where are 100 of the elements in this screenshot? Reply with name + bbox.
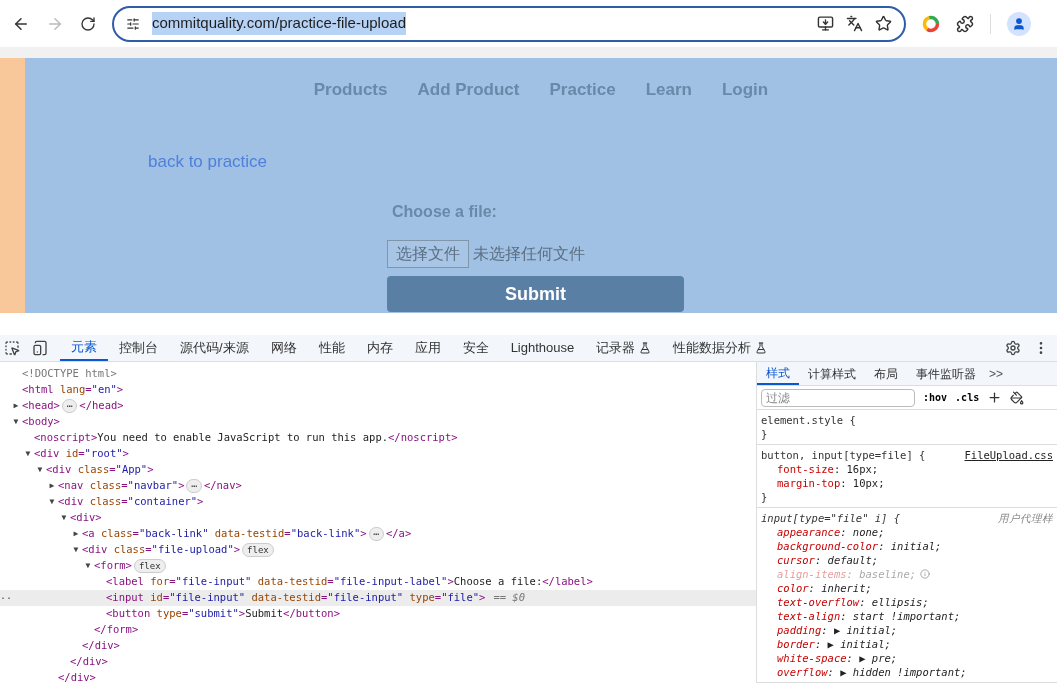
dom-node-text: <a class="back-link" data-testid="back-link"> (82, 526, 367, 542)
add-rule-icon[interactable] (987, 390, 1003, 405)
expand-toggle[interactable]: ▼ (37, 464, 43, 476)
devtools-tab[interactable]: 元素 (60, 335, 108, 361)
filter-field[interactable]: 过滤 (761, 388, 915, 407)
node-badge[interactable]: flex (242, 543, 274, 557)
dom-node-text: </div> (58, 670, 96, 683)
more-tabs-button[interactable]: >> (985, 364, 1007, 383)
dom-node-text: <div class="file-upload"> (82, 542, 241, 558)
dom-node-line[interactable]: </div> (0, 638, 756, 654)
dom-node-line[interactable]: <html lang="en"> (0, 382, 756, 398)
css-selector: element.style { (761, 413, 856, 427)
dom-node-line[interactable]: ▼ <div id="root"> (0, 446, 756, 462)
dom-node-text: </div> (70, 654, 108, 670)
css-declaration: color: inherit; (777, 581, 872, 595)
install-icon[interactable] (817, 15, 834, 32)
paint-icon[interactable] (1010, 390, 1025, 405)
node-badge[interactable]: ⋯ (186, 479, 202, 493)
expand-toggle[interactable]: ▼ (73, 544, 79, 556)
device-toggle-icon[interactable] (32, 340, 48, 356)
dom-node-text: <label for="file-input" data-testid="file-input-label">Choose a file:</label> (106, 574, 593, 590)
url-text: commitquality.com/practice-file-upload (152, 12, 406, 35)
dom-node-line[interactable]: ▼ <body> (0, 414, 756, 430)
dom-node-line[interactable]: </div> (0, 654, 756, 670)
reload-icon[interactable] (80, 15, 96, 32)
node-badge[interactable]: ⋯ (368, 527, 384, 541)
dom-node-line[interactable]: <button type="submit">Submit</button> (0, 606, 756, 622)
devtools-tab[interactable]: 应用 (403, 335, 452, 361)
devtools-tab[interactable]: 源代码/来源 (169, 335, 260, 361)
dom-node-line[interactable]: ▼ <div class="container"> (0, 494, 756, 510)
expand-toggle[interactable]: ▶ (49, 480, 55, 492)
expand-toggle[interactable]: ▼ (85, 560, 91, 572)
css-declaration: align-items: baseline; (777, 567, 917, 581)
settings-icon[interactable] (1005, 340, 1021, 356)
dom-node-text: <div class="App"> (46, 462, 154, 478)
expand-toggle[interactable]: ▶ (13, 400, 19, 412)
dom-node-text: <head> (22, 398, 60, 414)
expand-toggle[interactable]: ▼ (13, 416, 19, 428)
css-declaration: text-overflow: ellipsis; (777, 595, 929, 609)
file-status-text: 未选择任何文件 (473, 244, 585, 264)
dom-node-line[interactable]: ▼ <div class="file-upload"> flex (0, 542, 756, 558)
dom-node-text: </div> (82, 638, 120, 654)
dom-node-text: <html lang="en"> (22, 382, 124, 398)
hov-toggle[interactable]: :hov (923, 390, 948, 405)
styles-tab[interactable]: 计算样式 (799, 362, 865, 385)
devtools-tab[interactable]: 性能数据分析 (662, 335, 779, 361)
css-declaration: padding: ▶ initial; (777, 623, 898, 637)
devtools-tab[interactable]: Lighthouse (499, 335, 586, 361)
dom-node-line[interactable]: <!DOCTYPE html> (0, 366, 756, 382)
cls-toggle[interactable]: .cls (955, 390, 980, 405)
styles-tab[interactable]: 样式 (757, 362, 799, 385)
devtools-tab[interactable]: 安全 (451, 335, 500, 361)
node-badge[interactable]: flex (133, 559, 166, 573)
css-declaration: text-align: start !important; (777, 609, 961, 623)
flask-icon (639, 342, 652, 354)
address-bar[interactable]: commitquality.com/practice-file-upload (112, 5, 906, 42)
expand-toggle[interactable]: ▼ (49, 496, 55, 508)
bookmark-star-icon[interactable] (875, 15, 892, 32)
dom-node-line[interactable]: ▶ <nav class="navbar"> ⋯ </nav> (0, 478, 756, 494)
devtools-tab[interactable]: 性能 (307, 335, 356, 361)
file-label: Choose a file: (392, 202, 498, 222)
devtools-tab[interactable]: 内存 (355, 335, 404, 361)
profile-avatar[interactable] (1007, 11, 1031, 36)
dom-node-text: <input id="file-input" data-testid="file-input" type="file"> (106, 590, 486, 606)
ring-logo-icon[interactable] (922, 14, 940, 33)
devtools-tab[interactable]: 网络 (259, 335, 308, 361)
dom-node-text: <button type="submit">Submit</button> (106, 606, 340, 622)
dom-node-text: <form> (94, 558, 132, 574)
styles-tab[interactable]: 布局 (865, 362, 907, 385)
expand-toggle[interactable]: ▼ (61, 512, 67, 524)
dom-node-line[interactable]: ▶ <a class="back-link" data-testid="back-link"> ⋯ </a> (0, 526, 756, 542)
dom-node-text: <body> (22, 414, 60, 430)
dom-node-text: <!DOCTYPE html> (22, 366, 117, 382)
dom-node-line[interactable]: </div> (0, 670, 756, 683)
dom-node-text: </head> (79, 398, 124, 414)
css-selector: input[type="file" i] { (761, 511, 901, 525)
dom-node-line[interactable]: <label for="file-input" data-testid="file-input-label">Choose a file:</label> (0, 574, 756, 590)
dom-node-line[interactable]: </form> (0, 622, 756, 638)
submit-button[interactable]: Submit (387, 276, 684, 312)
inspect-icon[interactable] (4, 340, 20, 356)
style-source[interactable]: 用户代理样 (998, 511, 1053, 525)
dom-node-line[interactable]: ▼ <div class="App"> (0, 462, 756, 478)
devtools-tab[interactable]: 控制台 (108, 335, 169, 361)
expand-toggle[interactable]: ▶ (73, 528, 79, 540)
expand-toggle[interactable]: ▼ (25, 448, 31, 460)
dom-node-line[interactable]: <noscript>You need to enable JavaScript to run this app.</noscript> (0, 430, 756, 446)
styles-tab[interactable]: 事件监听器 (907, 362, 985, 385)
selection-marker: ·· (0, 591, 13, 606)
dom-node-line[interactable]: ▼ <form> flex (0, 558, 756, 574)
dom-node-line[interactable]: ▶ <head> ⋯ </head> (0, 398, 756, 414)
flask-icon (755, 342, 768, 354)
extensions-icon[interactable] (956, 14, 974, 33)
dom-node-line[interactable]: ▼ <div> (0, 510, 756, 526)
style-source[interactable]: FileUpload.css (964, 448, 1053, 462)
css-declaration: font-size: 16px; (777, 462, 879, 476)
dom-node-text: </nav> (203, 478, 242, 494)
devtools-tab[interactable]: 记录器 (585, 335, 663, 361)
translate-icon[interactable] (846, 15, 863, 32)
site-settings-icon[interactable] (126, 16, 140, 31)
node-badge[interactable]: ⋯ (61, 399, 78, 413)
